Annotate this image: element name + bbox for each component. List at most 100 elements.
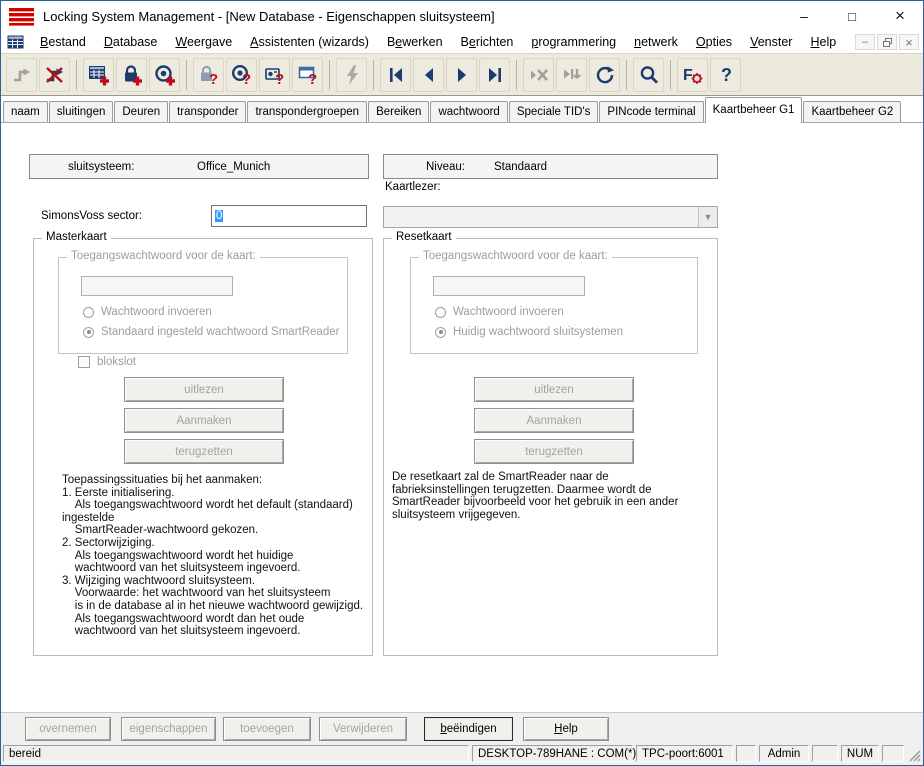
master-card-group: Masterkaart Toegangswachtwoord voor de k… <box>33 238 373 656</box>
status-user: Admin <box>759 745 809 762</box>
cancel-search-icon[interactable] <box>523 58 554 92</box>
menu-weergave[interactable]: Weergave <box>166 33 241 51</box>
apply-button[interactable]: overnemen <box>25 717 111 741</box>
toolbar: ? ? ? ? <box>1 53 923 96</box>
tab-wachtwoord[interactable]: wachtwoord <box>430 101 507 123</box>
maximize-icon[interactable]: □ <box>843 7 861 25</box>
disconnect-icon[interactable] <box>39 58 70 92</box>
master-create-button[interactable]: Aanmaken <box>124 408 284 433</box>
tab-transponder[interactable]: transponder <box>169 101 246 123</box>
master-reset-button[interactable]: terugzetten <box>124 439 284 464</box>
filter-settings-icon[interactable]: F <box>677 58 708 92</box>
menu-help[interactable]: Help <box>801 33 845 51</box>
read-lock-icon[interactable]: ? <box>193 58 224 92</box>
sector-label: SimonsVoss sector: <box>41 210 142 222</box>
menu-berichten[interactable]: Berichten <box>452 33 523 51</box>
next-record-icon[interactable] <box>446 58 477 92</box>
new-lock-icon[interactable] <box>116 58 147 92</box>
menu-bestand[interactable]: Bestand <box>31 33 95 51</box>
reset-create-button[interactable]: Aanmaken <box>474 408 634 433</box>
first-record-icon[interactable] <box>380 58 411 92</box>
tab-kaartbeheer-g2[interactable]: Kaartbeheer G2 <box>803 101 901 123</box>
tab-naam[interactable]: naam <box>3 101 48 123</box>
close-icon[interactable]: × <box>891 7 909 25</box>
minimize-icon[interactable]: – <box>795 7 813 25</box>
reset-radio-enter-password-label: Wachtwoord invoeren <box>453 306 564 318</box>
master-read-button[interactable]: uitlezen <box>124 377 284 402</box>
master-radio-enter-password[interactable]: Wachtwoord invoeren <box>83 306 212 318</box>
mdi-restore-icon[interactable] <box>877 34 897 50</box>
menu-netwerk[interactable]: netwerk <box>625 33 687 51</box>
status-empty-2 <box>812 745 838 762</box>
reset-read-button[interactable]: uitlezen <box>474 377 634 402</box>
search-icon[interactable] <box>633 58 664 92</box>
radio-selected-icon <box>83 327 94 338</box>
refresh-icon[interactable] <box>589 58 620 92</box>
reset-radio-current-password-label: Huidig wachtwoord sluitsystemen <box>453 326 623 338</box>
goto-record-icon[interactable] <box>556 58 587 92</box>
read-dialog-icon[interactable]: ? <box>292 58 323 92</box>
card-management-panel: sluitsysteem: Office_Munich Niveau: Stan… <box>1 123 923 712</box>
reset-radio-enter-password[interactable]: Wachtwoord invoeren <box>435 306 564 318</box>
new-transponder-icon[interactable] <box>149 58 180 92</box>
tab-transpondergroepen[interactable]: transpondergroepen <box>247 101 367 123</box>
menu-bar: Bestand Database Weergave Assistenten (w… <box>1 31 923 53</box>
tab-strip: naam sluitingen Deuren transponder trans… <box>1 96 923 123</box>
delete-button[interactable]: Verwijderen <box>319 717 407 741</box>
svg-text:?: ? <box>242 71 251 86</box>
last-record-icon[interactable] <box>479 58 510 92</box>
program-flash-icon[interactable] <box>336 58 367 92</box>
status-host: DESKTOP-789HANE : COM(*) <box>472 745 633 762</box>
help-button[interactable]: Help <box>523 717 609 741</box>
master-password-input[interactable] <box>81 276 233 296</box>
reset-password-group: Toegangswachtwoord voor de kaart: Wachtw… <box>410 257 698 354</box>
locking-system-box: sluitsysteem: Office_Munich <box>29 154 369 179</box>
master-radio-enter-password-label: Wachtwoord invoeren <box>101 306 212 318</box>
help-icon[interactable]: ? <box>710 58 741 92</box>
window-title: Locking System Management - [New Databas… <box>43 9 495 24</box>
reset-reset-button[interactable]: terugzetten <box>474 439 634 464</box>
menu-bewerken[interactable]: Bewerken <box>378 33 452 51</box>
reset-card-info-text: De resetkaart zal de SmartReader naar de… <box>392 471 712 521</box>
tab-speciale-tids[interactable]: Speciale TID's <box>509 101 599 123</box>
tab-bereiken[interactable]: Bereiken <box>368 101 429 123</box>
master-card-info-text: Toepassingssituaties bij het aanmaken: 1… <box>62 474 364 638</box>
reset-radio-current-password[interactable]: Huidig wachtwoord sluitsystemen <box>435 326 623 338</box>
status-empty-3 <box>882 745 904 762</box>
master-radio-default-password[interactable]: Standaard ingesteld wachtwoord SmartRead… <box>83 326 339 338</box>
tab-sluitingen[interactable]: sluitingen <box>49 101 114 123</box>
tab-kaartbeheer-g1[interactable]: Kaartbeheer G1 <box>705 97 803 123</box>
properties-button[interactable]: eigenschappen <box>121 717 216 741</box>
card-reader-select[interactable]: ▼ <box>383 206 718 228</box>
footer-button-bar: overnemen eigenschappen toevoegen Verwij… <box>1 712 923 743</box>
block-lock-checkbox[interactable]: blokslot <box>78 356 136 368</box>
block-lock-label: blokslot <box>97 356 136 368</box>
menu-opties[interactable]: Opties <box>687 33 741 51</box>
tab-pincode-terminal[interactable]: PINcode terminal <box>599 101 703 123</box>
sector-input[interactable]: 0 <box>211 205 367 227</box>
read-smartreader-icon[interactable]: ? <box>259 58 290 92</box>
level-value: Standaard <box>494 161 547 173</box>
new-locking-plan-icon[interactable] <box>83 58 114 92</box>
dropdown-arrow-icon[interactable]: ▼ <box>698 207 717 227</box>
menu-database[interactable]: Database <box>95 33 167 51</box>
mdi-close-icon[interactable]: × <box>899 34 919 50</box>
radio-icon <box>83 307 94 318</box>
read-transponder-icon[interactable]: ? <box>226 58 257 92</box>
level-label: Niveau: <box>426 161 465 173</box>
master-radio-default-password-label: Standaard ingesteld wachtwoord SmartRead… <box>101 326 339 338</box>
menu-programmering[interactable]: programmering <box>522 33 625 51</box>
connect-icon[interactable] <box>6 58 37 92</box>
add-button[interactable]: toevoegen <box>223 717 311 741</box>
menu-venster[interactable]: Venster <box>741 33 801 51</box>
previous-record-icon[interactable] <box>413 58 444 92</box>
reset-password-input[interactable] <box>433 276 585 296</box>
mdi-minimize-icon[interactable]: – <box>855 34 875 50</box>
master-password-group: Toegangswachtwoord voor de kaart: Wachtw… <box>58 257 348 354</box>
exit-button[interactable]: beëindigen <box>424 717 513 741</box>
level-box: Niveau: Standaard <box>383 154 718 179</box>
resize-grip[interactable] <box>907 748 921 762</box>
menu-assistenten[interactable]: Assistenten (wizards) <box>241 33 378 51</box>
tab-deuren[interactable]: Deuren <box>114 101 168 123</box>
svg-text:?: ? <box>209 71 218 86</box>
